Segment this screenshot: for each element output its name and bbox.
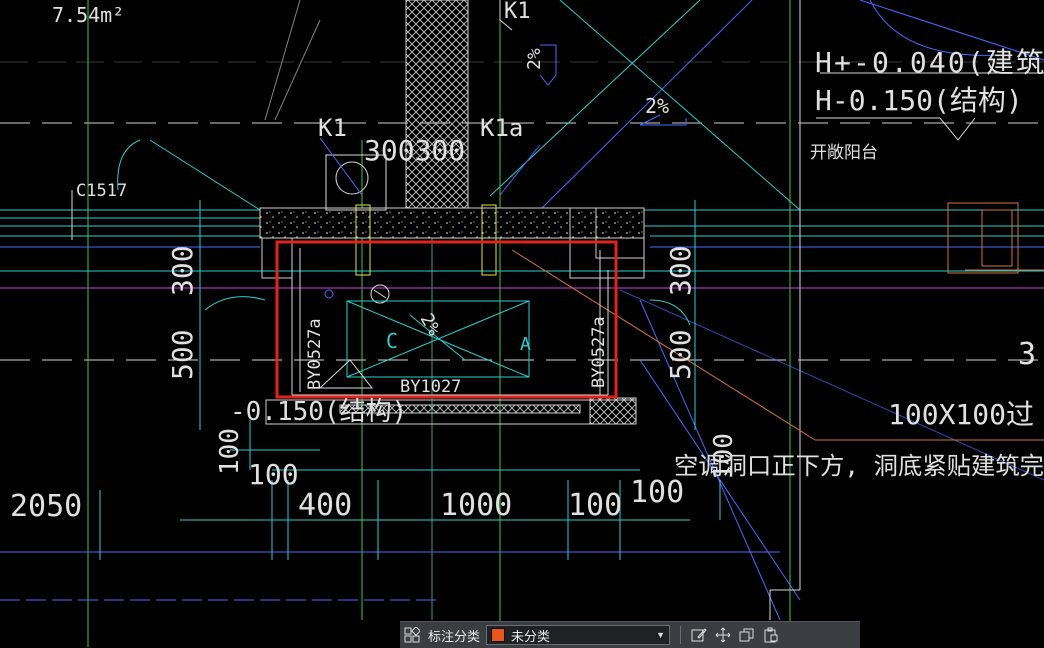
label-c: C — [386, 329, 398, 353]
area-label: 7.54m² — [52, 3, 124, 27]
dimension-100-vertical-left: 100 — [215, 428, 245, 475]
edit-icon[interactable] — [687, 624, 711, 646]
partial-label-3: 3 — [1018, 337, 1036, 372]
dimension-100-c: 100 — [630, 475, 684, 510]
marker-k1a: K1a — [480, 114, 523, 142]
annotation-toolbar: 标注分类 未分类 ▼ — [400, 621, 860, 648]
window-code-label: C1517 — [76, 181, 127, 201]
dimension-400: 400 — [298, 488, 352, 523]
beam-label-left: BY0527a — [305, 318, 325, 390]
move-icon[interactable] — [711, 624, 735, 646]
elevation-building-label: H+-0.040(建筑 — [815, 46, 1044, 79]
category-color-swatch — [491, 628, 506, 642]
annotation-category-label: 标注分类 — [428, 628, 481, 644]
marker-k1-top: K1 — [504, 0, 531, 24]
dimension-500-right: 500 — [664, 329, 697, 380]
beam-label-bottom: BY1027 — [400, 377, 461, 397]
slope-label-inner: 2% — [416, 310, 445, 339]
level-note: -0.150(结构) — [230, 397, 407, 427]
selection-highlight-box[interactable] — [275, 240, 618, 399]
ac-unit-box — [318, 300, 530, 389]
paste-icon[interactable] — [759, 624, 783, 646]
opening-size-note: 100X100过 — [888, 398, 1034, 431]
label-a: A — [520, 334, 531, 355]
slope-label-right: 2% — [645, 94, 669, 118]
cad-drawing-canvas[interactable]: 7.54m² K1 H+-0.040(建筑 H-0.150(结构) 开敞阳台 2… — [0, 0, 1044, 647]
category-value: 未分类 — [511, 628, 551, 644]
chevron-down-icon: ▼ — [656, 630, 666, 640]
marker-k1: K1 — [318, 114, 347, 142]
dimension-300-right: 300 — [664, 245, 697, 296]
dimension-300-300: 300300 — [364, 134, 465, 167]
dimension-500-left: 500 — [166, 329, 199, 380]
category-dropdown[interactable]: 未分类 ▼ — [486, 625, 671, 645]
dimension-300-left: 300 — [166, 245, 199, 296]
toolbar-divider — [680, 626, 682, 644]
elevation-structure-label: H-0.150(结构) — [815, 84, 1023, 117]
dimension-2050: 2050 — [10, 489, 82, 524]
copy-icon[interactable] — [735, 624, 759, 646]
beam-label-right: BY0527a — [589, 316, 609, 388]
ac-opening-note: 空调洞口正下方, 洞底紧贴建筑完 — [674, 452, 1044, 480]
dimension-100-a: 100 — [248, 458, 299, 491]
slope-label-vertical: 2% — [524, 48, 545, 70]
layers-icon[interactable] — [400, 624, 424, 646]
dimension-100-b: 100 — [568, 488, 622, 523]
balcony-note: 开敞阳台 — [810, 143, 878, 163]
dimension-1000: 1000 — [440, 488, 512, 523]
